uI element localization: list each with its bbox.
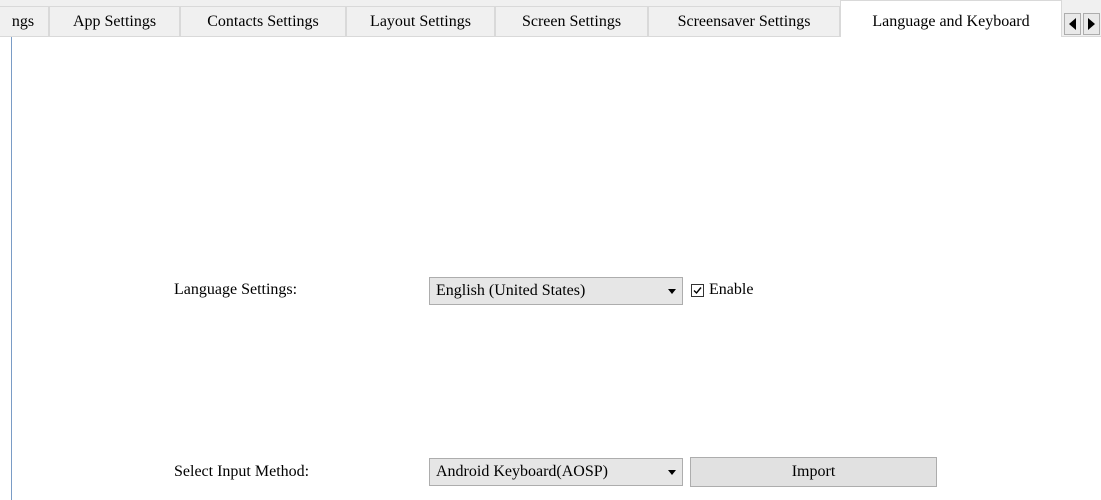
triangle-right-icon xyxy=(1088,18,1095,30)
tab-scroll-left-button[interactable] xyxy=(1064,13,1081,35)
tab-label: App Settings xyxy=(72,13,157,30)
input-method-select-value: Android Keyboard(AOSP) xyxy=(436,463,608,480)
import-button-label: Import xyxy=(791,463,836,480)
tab-language-and-keyboard[interactable]: Language and Keyboard xyxy=(840,0,1062,37)
language-settings-label: Language Settings: xyxy=(174,281,298,298)
settings-window: ngs App Settings Contacts Settings Layou… xyxy=(0,0,1101,500)
enable-checkbox[interactable]: Enable xyxy=(691,281,753,299)
tab-screen-settings[interactable]: Screen Settings xyxy=(495,6,648,36)
tab-label: Screensaver Settings xyxy=(677,13,811,30)
panel-border xyxy=(11,37,12,500)
chevron-down-icon xyxy=(668,469,676,475)
checkmark-icon xyxy=(693,286,702,294)
tab-scroll-right-button[interactable] xyxy=(1083,13,1100,35)
tab-label: ngs xyxy=(11,13,35,30)
tab-app-settings[interactable]: App Settings xyxy=(49,6,180,36)
language-select-value: English (United States) xyxy=(436,282,586,299)
tab-contacts-settings[interactable]: Contacts Settings xyxy=(180,6,346,36)
tab-screensaver-settings[interactable]: Screensaver Settings xyxy=(648,6,840,36)
tab-strip: ngs App Settings Contacts Settings Layou… xyxy=(0,0,1101,37)
tab-layout-settings[interactable]: Layout Settings xyxy=(346,6,495,36)
tab-label: Contacts Settings xyxy=(207,13,319,30)
language-keyboard-panel xyxy=(0,37,1101,500)
tab-label: Language and Keyboard xyxy=(872,13,1030,30)
input-method-label: Select Input Method: xyxy=(174,463,310,480)
tab-scroll-buttons xyxy=(1064,13,1101,35)
import-button[interactable]: Import xyxy=(690,457,937,487)
input-method-select[interactable]: Android Keyboard(AOSP) xyxy=(429,458,683,486)
tab-label: Layout Settings xyxy=(370,13,471,30)
checkbox-box[interactable] xyxy=(691,283,704,297)
enable-label: Enable xyxy=(709,281,754,298)
tab-settings-partial[interactable]: ngs xyxy=(0,6,49,36)
tab-label: Screen Settings xyxy=(521,13,622,30)
triangle-left-icon xyxy=(1069,18,1076,30)
language-select[interactable]: English (United States) xyxy=(429,277,683,305)
chevron-down-icon xyxy=(668,288,676,294)
